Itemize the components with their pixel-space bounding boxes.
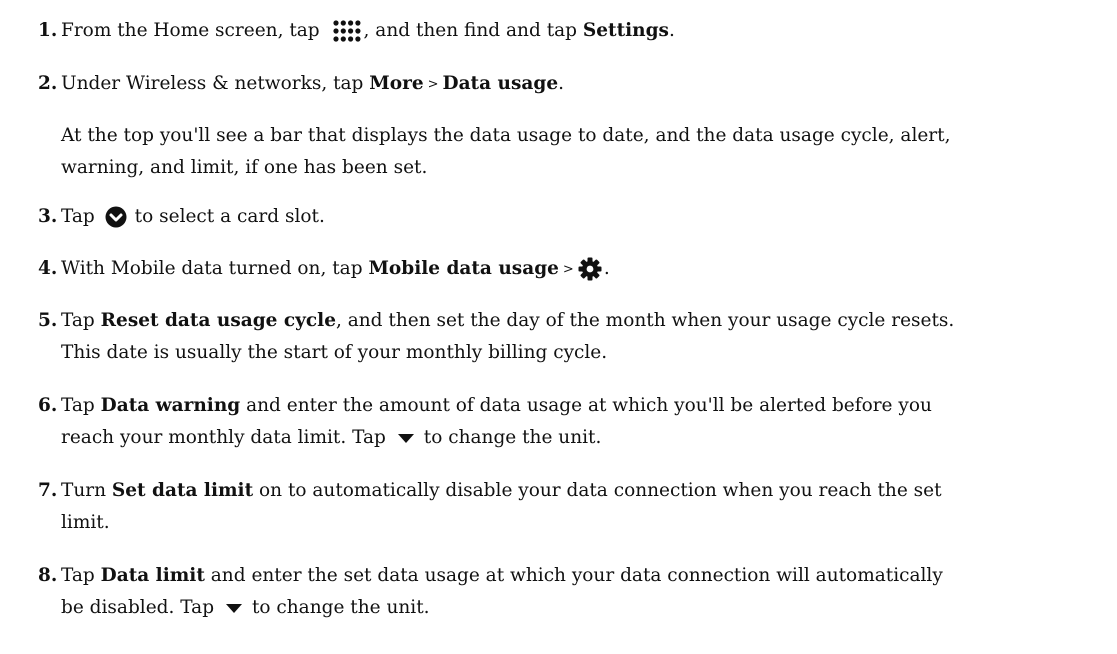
ui-term-data-limit: Data limit bbox=[100, 565, 205, 586]
note-line: warning, and limit, if one has been set. bbox=[61, 157, 428, 178]
step-text-part: Tap bbox=[61, 565, 95, 586]
step-number: 1. bbox=[38, 20, 58, 41]
ui-term-mobile-data-usage: Mobile data usage bbox=[368, 258, 559, 279]
step-text-part: to select a card slot. bbox=[134, 206, 325, 227]
step-text-part: to change the unit. bbox=[423, 427, 602, 448]
step-text-part: and enter the set data usage at which yo… bbox=[210, 565, 943, 586]
step-line: Tap Data warning and enter the amount of… bbox=[61, 390, 1101, 422]
step-text-part: With Mobile data turned on, tap bbox=[61, 258, 363, 279]
step-line: Tap Data limit and enter the set data us… bbox=[61, 560, 1101, 592]
step-text-part: Tap bbox=[61, 310, 95, 331]
step-line: This date is usually the start of your m… bbox=[61, 342, 608, 363]
step-text-part: and enter the amount of data usage at wh… bbox=[246, 395, 932, 416]
step-text-part: Turn bbox=[61, 480, 107, 501]
instruction-document: 1. From the Home screen, tap , and then … bbox=[0, 0, 1117, 654]
step-text-part: on to automatically disable your data co… bbox=[259, 480, 942, 501]
note-line: At the top you'll see a bar that display… bbox=[61, 125, 951, 146]
step-number: 6. bbox=[38, 395, 58, 416]
step-text-part: reach your monthly data limit. Tap bbox=[61, 427, 386, 448]
step-number: 4. bbox=[38, 258, 58, 279]
step-text: Under Wireless & networks, tap More > Data… bbox=[61, 68, 1101, 101]
step-text: Turn Set data limit on to automatically … bbox=[61, 475, 1101, 539]
step-text: Tap Data limit and enter the set data us… bbox=[61, 560, 1101, 624]
step-line: be disabled. Tap to change the unit. bbox=[61, 592, 1101, 624]
ui-term-settings: Settings bbox=[582, 20, 669, 41]
chevron-circle-down-icon bbox=[105, 206, 127, 228]
ui-term-more: More bbox=[369, 73, 424, 94]
ui-term-reset-data-usage-cycle: Reset data usage cycle bbox=[100, 310, 336, 331]
step-text-part: . bbox=[603, 258, 610, 279]
note-paragraph: At the top you'll see a bar that display… bbox=[61, 120, 1111, 184]
path-separator: > bbox=[562, 262, 574, 277]
step-text: From the Home screen, tap , and then fin… bbox=[61, 15, 1101, 47]
step-text-part: Tap bbox=[61, 206, 95, 227]
step-text: Tap Reset data usage cycle, and then set… bbox=[61, 305, 1101, 369]
step-line: Turn Set data limit on to automatically … bbox=[61, 475, 1101, 507]
step-number: 7. bbox=[38, 480, 58, 501]
triangle-down-icon bbox=[225, 602, 242, 614]
step-text-part: be disabled. Tap bbox=[61, 597, 215, 618]
step-number: 3. bbox=[38, 206, 58, 227]
apps-grid-icon bbox=[332, 20, 362, 42]
step-number: 8. bbox=[38, 565, 58, 586]
step-line: limit. bbox=[61, 512, 110, 533]
step-text-part: , and then find and tap bbox=[363, 20, 578, 41]
step-text: Tap Data warning and enter the amount of… bbox=[61, 390, 1101, 454]
step-text-part: to change the unit. bbox=[251, 597, 430, 618]
step-text-part: , and then set the day of the month when… bbox=[335, 310, 955, 331]
ui-term-data-usage: Data usage bbox=[442, 73, 559, 94]
step-number: 2. bbox=[38, 73, 58, 94]
step-text-part: Under Wireless & networks, tap bbox=[61, 73, 364, 94]
step-line: reach your monthly data limit. Tap to ch… bbox=[61, 422, 1101, 454]
step-text-part: . bbox=[558, 73, 564, 94]
triangle-down-icon bbox=[397, 432, 414, 444]
step-text-part: From the Home screen, tap bbox=[61, 20, 320, 41]
step-line: Tap Reset data usage cycle, and then set… bbox=[61, 305, 1101, 337]
step-number: 5. bbox=[38, 310, 58, 331]
ui-term-data-warning: Data warning bbox=[100, 395, 241, 416]
step-text: With Mobile data turned on, tap Mobile d… bbox=[61, 253, 1101, 286]
ui-term-set-data-limit: Set data limit bbox=[111, 480, 254, 501]
step-text-part: . bbox=[668, 20, 675, 41]
step-text: Tap to select a card slot. bbox=[61, 201, 1101, 233]
gear-icon bbox=[578, 257, 602, 281]
step-text-part: Tap bbox=[61, 395, 95, 416]
path-separator: > bbox=[427, 77, 439, 92]
